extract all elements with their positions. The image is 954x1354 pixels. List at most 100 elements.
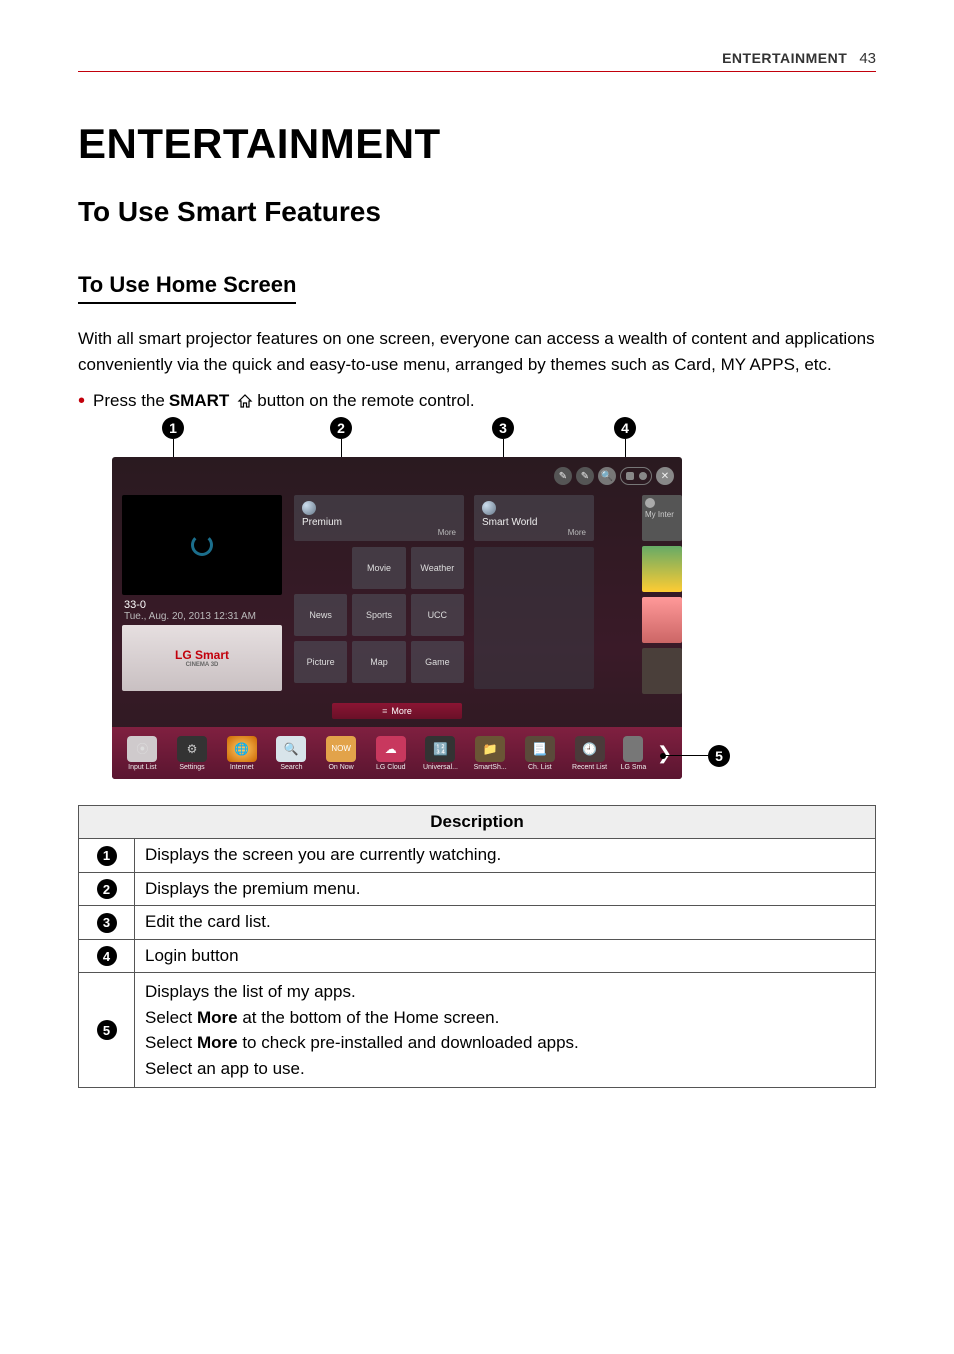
dock-item: 🕘 Recent List: [569, 736, 610, 771]
chapter-subtitle: To Use Smart Features: [78, 196, 876, 228]
premium-tile: UCC: [411, 594, 464, 636]
home-screen-screenshot: ✎ ✎ 🔍 ✕ 33-0 Tue., Aug. 20, 2013 12:31 A…: [112, 457, 682, 779]
my-interests-card: My Inter: [642, 495, 682, 541]
notification-icon: ✎: [554, 467, 572, 485]
universal-icon: 🔢: [425, 736, 455, 762]
my-apps-dock: ⦿ Input List ⚙ Settings 🌐 Internet 🔍 Sea…: [112, 727, 682, 779]
screenshot-figure: 1 2 3 4 ✎ ✎ 🔍 ✕: [112, 417, 682, 779]
login-group-icon: [620, 467, 652, 485]
table-row-number: 5: [79, 973, 135, 1088]
smartworld-card-title: Smart World: [482, 517, 537, 528]
callout-anchor-dot: [660, 753, 666, 759]
channel-info: 33-0 Tue., Aug. 20, 2013 12:31 AM: [124, 599, 256, 622]
table-row-desc: Displays the premium menu.: [135, 872, 876, 906]
thumb-tile: [642, 597, 682, 643]
premium-card-header: Premium More: [294, 495, 464, 541]
page: ENTERTAINMENT 43 ENTERTAINMENT To Use Sm…: [0, 0, 954, 1148]
premium-tile: Picture: [294, 641, 347, 683]
input-list-icon: ⦿: [127, 736, 157, 762]
dock-item: 📁 SmartSh...: [470, 736, 511, 771]
thumb-tile: [642, 648, 682, 694]
table-row: 1 Displays the screen you are currently …: [79, 839, 876, 873]
table-row-number: 4: [79, 939, 135, 973]
smartshare-icon: 📁: [475, 736, 505, 762]
intro-paragraph: With all smart projector features on one…: [78, 326, 876, 377]
more-bar: ≡More: [332, 703, 462, 719]
table-row: 3 Edit the card list.: [79, 906, 876, 940]
instruction-bullet: • Press the SMART button on the remote c…: [78, 391, 876, 411]
ch-list-icon: 📃: [525, 736, 555, 762]
table-row-desc: Displays the list of my apps. Select Mor…: [135, 973, 876, 1088]
top-icon-bar: ✎ ✎ 🔍 ✕: [554, 467, 674, 485]
right-thumb-column: My Inter: [642, 495, 682, 694]
callout-marker-3: 3: [492, 417, 514, 439]
dock-item: ☁ LG Cloud: [370, 736, 411, 771]
header-page-number: 43: [859, 50, 876, 67]
edit-icon: ✎: [576, 467, 594, 485]
chapter-title: ENTERTAINMENT: [78, 120, 876, 168]
globe-icon: [482, 501, 496, 515]
smartworld-body: [474, 547, 594, 689]
premium-tile: Movie: [352, 547, 405, 589]
bullet-text-post: button on the remote control.: [257, 391, 474, 411]
premium-card-title: Premium: [302, 517, 342, 528]
premium-card: Premium More Movie Weather News Sports U…: [294, 495, 464, 691]
callout-marker-4: 4: [614, 417, 636, 439]
home-icon: [237, 394, 253, 408]
search-app-icon: 🔍: [276, 736, 306, 762]
table-row-desc: Edit the card list.: [135, 906, 876, 940]
table-row-number: 3: [79, 906, 135, 940]
callout-marker-2: 2: [330, 417, 352, 439]
channel-datetime: Tue., Aug. 20, 2013 12:31 AM: [124, 611, 256, 622]
header-section-label: ENTERTAINMENT: [722, 50, 847, 66]
description-table: Description 1 Displays the screen you ar…: [78, 805, 876, 1088]
callout-line: [664, 755, 708, 756]
close-icon: ✕: [656, 467, 674, 485]
premium-tile: Map: [352, 641, 405, 683]
dock-item: ⚙ Settings: [172, 736, 213, 771]
smartworld-card-header: Smart World More: [474, 495, 594, 541]
section-title: To Use Home Screen: [78, 272, 296, 304]
dock-item: 📃 Ch. List: [520, 736, 561, 771]
live-preview-panel: [122, 495, 282, 595]
smartworld-card: Smart World More: [474, 495, 594, 691]
premium-tile: Weather: [411, 547, 464, 589]
callout-row: 1 2 3 4: [112, 417, 682, 457]
brand-banner: LG Smart CINEMA 3D: [122, 625, 282, 691]
partial-app-icon: [623, 736, 643, 762]
table-header: Description: [79, 806, 876, 839]
dock-item: 🔍 Search: [271, 736, 312, 771]
cloud-icon: ☁: [376, 736, 406, 762]
table-row-desc: Login button: [135, 939, 876, 973]
dock-item: NOW On Now: [321, 736, 362, 771]
brand-logo: LG Smart CINEMA 3D: [175, 648, 229, 668]
globe-icon: 🌐: [227, 736, 257, 762]
loading-spinner-icon: [191, 534, 213, 556]
globe-icon: [302, 501, 316, 515]
premium-tile: News: [294, 594, 347, 636]
premium-tile: Game: [411, 641, 464, 683]
recent-list-icon: 🕘: [575, 736, 605, 762]
dock-item-partial: LG Sma: [619, 736, 648, 771]
page-header: ENTERTAINMENT 43: [78, 50, 876, 72]
table-row-desc: Displays the screen you are currently wa…: [135, 839, 876, 873]
thumb-tile: [642, 546, 682, 592]
table-row-number: 2: [79, 872, 135, 906]
bullet-text-pre: Press the: [93, 391, 165, 411]
on-now-icon: NOW: [326, 736, 356, 762]
table-row: 4 Login button: [79, 939, 876, 973]
channel-number: 33-0: [124, 599, 256, 611]
callout-marker-1: 1: [162, 417, 184, 439]
premium-tile: Sports: [352, 594, 405, 636]
search-icon: 🔍: [598, 467, 616, 485]
smartworld-more-link: More: [568, 528, 586, 537]
gear-icon: ⚙: [177, 736, 207, 762]
table-row: 5 Displays the list of my apps. Select M…: [79, 973, 876, 1088]
dock-item: ⦿ Input List: [122, 736, 163, 771]
dock-item: 🔢 Universal...: [420, 736, 461, 771]
callout-marker-5: 5: [708, 745, 730, 767]
table-row-number: 1: [79, 839, 135, 873]
premium-more-link: More: [438, 528, 456, 537]
table-row: 2 Displays the premium menu.: [79, 872, 876, 906]
dock-item: 🌐 Internet: [221, 736, 262, 771]
